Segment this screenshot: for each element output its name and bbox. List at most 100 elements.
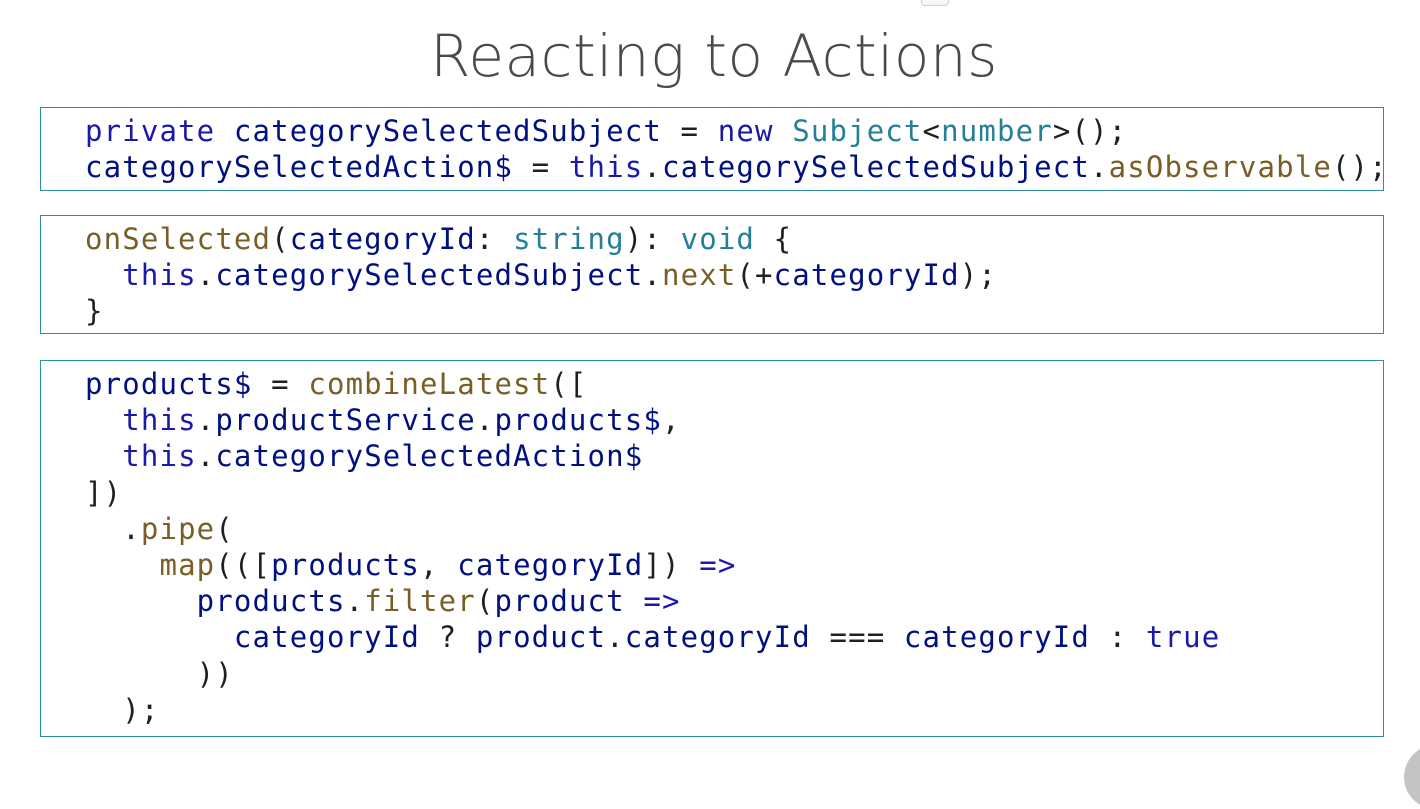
code-token: : (1090, 620, 1146, 655)
code-token: . (345, 584, 365, 619)
code-token: ]) (85, 475, 123, 510)
code-token: ( (475, 584, 495, 619)
code-token: product (494, 584, 625, 619)
code-line: )) (85, 656, 1220, 692)
code-line: this.productService.products$, (85, 402, 1220, 438)
code-token: ): (624, 222, 681, 256)
code-token: . (1089, 150, 1109, 185)
code-token: categoryId (903, 620, 1091, 655)
slide-title: Reacting to Actions (430, 22, 998, 90)
code-token: categoryId (457, 548, 644, 583)
code-token: = (661, 114, 718, 148)
code-token: >(); (1052, 114, 1128, 148)
code-token: === (810, 620, 904, 655)
code-line: private categorySelectedSubject = new Su… (85, 113, 1388, 149)
code-line: .pipe( (85, 511, 1220, 547)
code-token: ? (420, 620, 476, 655)
code-token: number (941, 114, 1053, 148)
code-token: , (420, 548, 458, 583)
code-token: ([ (550, 367, 588, 401)
code-line: } (85, 293, 997, 329)
top-edge-tab (921, 0, 949, 6)
code-line: onSelected(categoryId: string): void { (85, 221, 997, 257)
code-token: categorySelectedAction$ (85, 150, 514, 185)
code-token: this (568, 150, 644, 185)
code-line: products$ = combineLatest([ (85, 366, 1220, 402)
code-token: productService (215, 403, 476, 438)
code-token: this (122, 439, 197, 474)
code-token: map (159, 548, 216, 583)
code-token: categorySelectedSubject (661, 150, 1090, 185)
code-token: . (475, 403, 495, 438)
code-token: this (122, 258, 197, 293)
corner-control-button[interactable] (1404, 745, 1420, 809)
code-token: products (196, 584, 346, 619)
code-token: categoryId (773, 258, 960, 293)
code-token: private (85, 114, 216, 148)
code-token: products (271, 548, 421, 583)
code-token: this (122, 403, 197, 438)
code-token: onSelected (85, 222, 272, 256)
code-token: categorySelectedSubject (233, 114, 662, 148)
code-block-on-selected: onSelected(categoryId: string): void { t… (40, 215, 1384, 334)
code-block-subject-declaration: private categorySelectedSubject = new Su… (40, 107, 1387, 191)
code-token: { (755, 222, 793, 256)
code-token: ); (85, 692, 160, 727)
code-listing: onSelected(categoryId: string): void { t… (85, 221, 997, 330)
code-listing: private categorySelectedSubject = new Su… (85, 113, 1388, 185)
code-token: < (922, 114, 942, 148)
code-token: Subject (792, 114, 923, 148)
code-line: this.categorySelectedSubject.next(+categ… (85, 257, 997, 293)
code-token: => (643, 584, 681, 619)
code-token: )) (85, 656, 234, 691)
code-line: categoryId ? product.categoryId === cate… (85, 619, 1220, 655)
code-token: . (643, 150, 662, 185)
code-token: new (717, 114, 774, 148)
code-line: ]) (85, 475, 1220, 511)
code-token: . (643, 258, 662, 293)
code-token: . (606, 620, 625, 655)
code-token: (); (1331, 150, 1388, 185)
code-token: categorySelectedSubject (215, 258, 644, 293)
code-token: true (1145, 620, 1221, 655)
code-token: (([ (215, 548, 272, 583)
code-token: categorySelectedAction$ (215, 439, 644, 474)
code-token: next (661, 258, 737, 293)
code-listing: products$ = combineLatest([ this.product… (85, 366, 1220, 728)
code-token: . (196, 258, 216, 293)
code-token: ); (959, 258, 997, 293)
code-line: this.categorySelectedAction$ (85, 438, 1220, 474)
code-token: : (475, 222, 514, 256)
code-token: categoryId (289, 222, 476, 256)
code-token: product (475, 620, 607, 655)
code-token: asObservable (1108, 150, 1332, 185)
code-token: ( (271, 222, 290, 256)
code-token: = (252, 367, 309, 401)
code-token: ( (215, 511, 234, 546)
code-line: ); (85, 692, 1220, 728)
code-token: void (680, 222, 756, 256)
code-token: combineLatest (308, 367, 551, 401)
code-token: => (699, 548, 737, 583)
code-token: ]) (643, 548, 700, 583)
code-token: pipe (140, 511, 216, 546)
code-token: categoryId (233, 620, 420, 655)
code-token: string (513, 222, 625, 256)
code-token: . (85, 511, 141, 546)
code-token: products$ (85, 367, 253, 401)
code-line: map(([products, categoryId]) => (85, 547, 1220, 583)
code-line: categorySelectedAction$ = this.categoryS… (85, 149, 1388, 185)
code-token: . (196, 403, 216, 438)
code-token: } (85, 294, 104, 329)
code-token: . (196, 439, 216, 474)
code-token: products$ (494, 403, 662, 438)
